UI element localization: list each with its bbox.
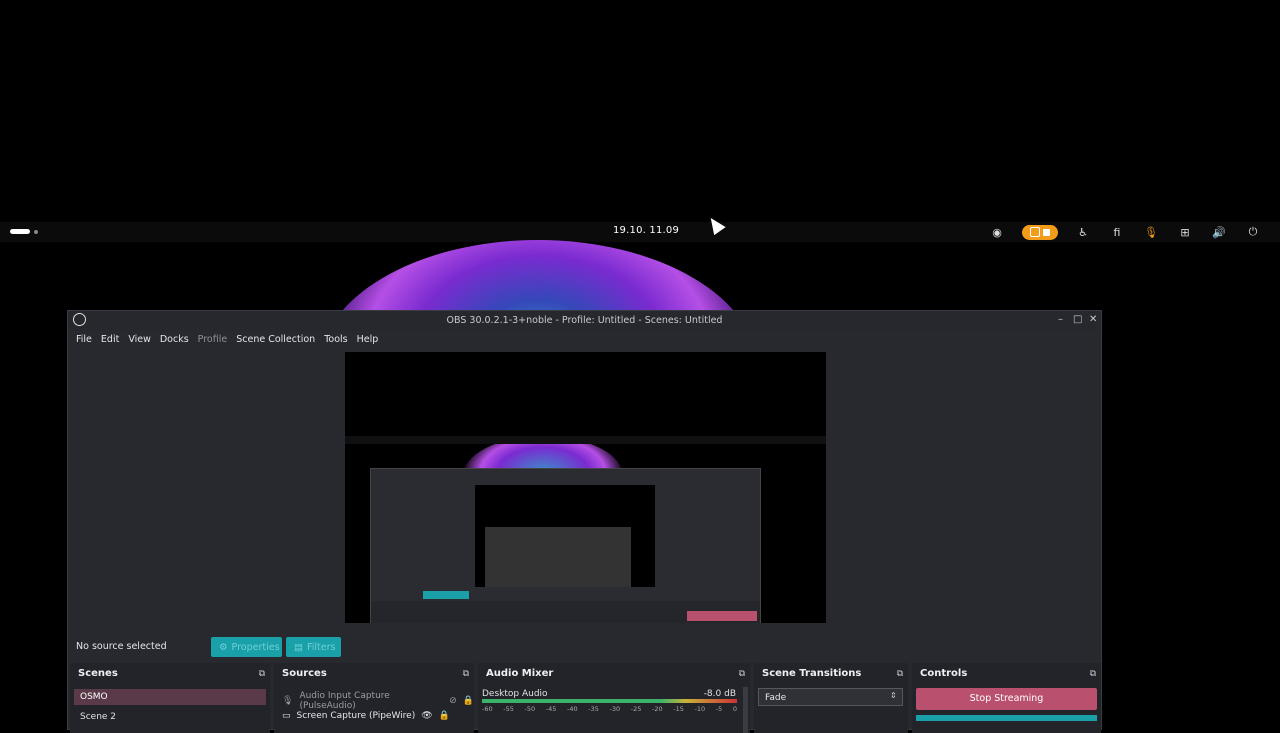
- controls-title: Controls: [920, 668, 968, 679]
- sources-dock: Sources ⧉ 🎙 Audio Input Capture (PulseAu…: [274, 663, 474, 733]
- close-button[interactable]: ✕: [1089, 314, 1097, 325]
- dock-area: Scenes ⧉ OSMO Scene 2 Sources ⧉ 🎙 Audio …: [68, 663, 1101, 733]
- volume-icon[interactable]: 🔊: [1202, 226, 1236, 239]
- menu-bar: File Edit View Docks Profile Scene Colle…: [68, 331, 1101, 349]
- menu-view[interactable]: View: [128, 331, 151, 349]
- preview-nested-buttons: [423, 591, 469, 599]
- preview-nested-canvas: [475, 485, 655, 587]
- tick-label: -15: [673, 705, 684, 713]
- undock-icon[interactable]: ⧉: [1090, 669, 1096, 679]
- tick-label: -5: [715, 705, 723, 713]
- system-tray: ◉ ♿ fi 🎙 ⊞ 🔊 ⏻: [980, 224, 1270, 240]
- tick-label: -25: [630, 705, 642, 713]
- sources-title: Sources: [282, 668, 327, 679]
- source-item[interactable]: 🎙 Audio Input Capture (PulseAudio) ⊘ 🔒: [282, 691, 474, 711]
- channel-name: Desktop Audio: [482, 689, 548, 699]
- obs-tray-icon[interactable]: ◉: [980, 226, 1014, 239]
- active-workspace[interactable]: [10, 229, 30, 234]
- scene-item[interactable]: OSMO: [74, 689, 266, 705]
- preview-nested-window: [485, 527, 631, 587]
- tick-label: -50: [524, 705, 536, 713]
- properties-label: Properties: [231, 641, 280, 653]
- stop-streaming-button[interactable]: Stop Streaming: [916, 688, 1097, 710]
- filters-label: Filters: [306, 641, 336, 653]
- filters-button[interactable]: ▤ Filters: [286, 637, 341, 657]
- title-bar[interactable]: OBS 30.0.2.1-3+noble - Profile: Untitled…: [68, 311, 1101, 331]
- accessibility-icon[interactable]: ♿: [1066, 226, 1100, 239]
- program-preview[interactable]: [345, 352, 826, 623]
- maximize-button[interactable]: □: [1073, 314, 1082, 325]
- inactive-workspace[interactable]: [34, 229, 38, 234]
- preview-top-panel: [345, 436, 826, 444]
- microphone-icon[interactable]: 🎙: [1134, 226, 1168, 239]
- undock-icon[interactable]: ⧉: [463, 669, 469, 679]
- meter-ticks: -60 -55 -50 -45 -40 -35 -30 -25 -20 -15 …: [482, 705, 737, 713]
- tick-label: -45: [545, 705, 557, 713]
- undock-icon[interactable]: ⧉: [897, 669, 903, 679]
- mixer-scrollbar[interactable]: [743, 687, 748, 733]
- lock-icon[interactable]: 🔒: [463, 696, 474, 706]
- scene-item[interactable]: Scene 2: [74, 709, 266, 725]
- network-icon[interactable]: ⊞: [1168, 226, 1202, 239]
- filter-icon: ▤: [294, 641, 303, 653]
- tick-label: 0: [732, 705, 737, 713]
- menu-profile[interactable]: Profile: [198, 331, 228, 349]
- source-label: Audio Input Capture (PulseAudio): [299, 691, 390, 711]
- audio-mixer-dock: Audio Mixer ⧉ Desktop Audio -8.0 dB -60 …: [478, 663, 750, 733]
- power-icon[interactable]: ⏻: [1236, 225, 1270, 239]
- minimize-button[interactable]: –: [1058, 314, 1063, 325]
- menu-docks[interactable]: Docks: [160, 331, 189, 349]
- tick-label: -20: [652, 705, 663, 713]
- tick-label: -60: [482, 705, 493, 713]
- tick-label: -40: [567, 705, 578, 713]
- undock-icon[interactable]: ⧉: [259, 669, 265, 679]
- menu-file[interactable]: File: [76, 331, 92, 349]
- audio-mixer-title: Audio Mixer: [486, 668, 554, 679]
- menu-scene-collection[interactable]: Scene Collection: [236, 331, 315, 349]
- preview-obs-window: [370, 468, 761, 623]
- tick-label: -30: [609, 705, 621, 713]
- keyboard-layout[interactable]: fi: [1100, 226, 1134, 239]
- workspace-indicator[interactable]: [10, 229, 38, 234]
- undock-icon[interactable]: ⧉: [739, 669, 745, 679]
- transition-select[interactable]: Fade: [758, 688, 903, 706]
- obs-window: OBS 30.0.2.1-3+noble - Profile: Untitled…: [67, 310, 1102, 733]
- preview-nested-stop: [687, 611, 757, 621]
- start-recording-button[interactable]: [916, 715, 1097, 721]
- scenes-dock: Scenes ⧉ OSMO Scene 2: [70, 663, 270, 733]
- chevron-updown-icon: ⇕: [890, 691, 897, 700]
- microphone-icon: 🎙: [282, 696, 294, 706]
- tick-label: -55: [503, 705, 514, 713]
- menu-tools[interactable]: Tools: [324, 331, 347, 349]
- scene-transitions-title: Scene Transitions: [762, 668, 862, 679]
- screen-recording-indicator[interactable]: [1022, 224, 1058, 240]
- top-panel: 19.10. 11.09 ◉ ♿ fi 🎙 ⊞ 🔊 ⏻: [0, 222, 1280, 242]
- no-source-label: No source selected: [76, 641, 167, 652]
- menu-edit[interactable]: Edit: [101, 331, 119, 349]
- controls-dock: Controls ⧉ Stop Streaming: [912, 663, 1101, 733]
- volume-meter: [482, 699, 737, 703]
- window-title: OBS 30.0.2.1-3+noble - Profile: Untitled…: [446, 315, 723, 326]
- channel-level: -8.0 dB: [703, 689, 736, 699]
- tick-label: -10: [694, 705, 706, 713]
- source-toolbar: No source selected ⚙ Properties ▤ Filter…: [68, 633, 1101, 659]
- hidden-eye-icon[interactable]: ⊘: [449, 696, 457, 706]
- scene-transitions-dock: Scene Transitions ⧉ Fade ⇕: [754, 663, 908, 733]
- clock[interactable]: 19.10. 11.09: [613, 225, 679, 236]
- gear-icon: ⚙: [219, 641, 228, 653]
- menu-help[interactable]: Help: [357, 331, 379, 349]
- tick-label: -35: [588, 705, 599, 713]
- scenes-title: Scenes: [78, 668, 118, 679]
- properties-button[interactable]: ⚙ Properties: [211, 637, 282, 657]
